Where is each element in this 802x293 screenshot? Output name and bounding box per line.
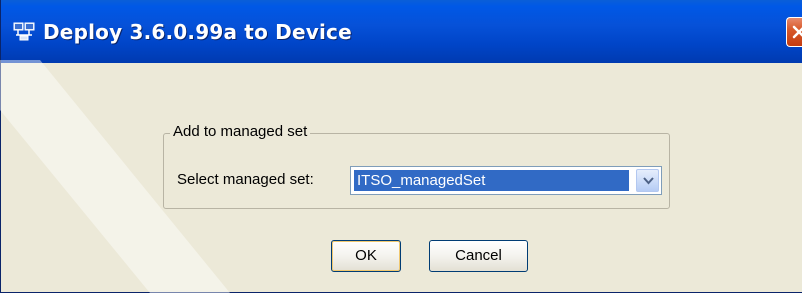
cancel-button[interactable]: Cancel xyxy=(429,240,528,272)
managed-set-dropdown[interactable]: ITSO_managedSet xyxy=(350,166,662,195)
managed-set-selected-value[interactable]: ITSO_managedSet xyxy=(354,170,629,191)
select-managed-set-label: Select managed set: xyxy=(177,171,314,188)
ok-button[interactable]: OK xyxy=(331,240,401,272)
deploy-dialog: Deploy 3.6.0.99a to Device Add to manage… xyxy=(0,0,802,293)
window-title: Deploy 3.6.0.99a to Device xyxy=(43,20,352,44)
close-button[interactable] xyxy=(786,17,802,47)
groupbox-legend: Add to managed set xyxy=(170,121,311,143)
dropdown-arrow-button[interactable] xyxy=(636,169,659,192)
network-device-icon xyxy=(13,21,35,41)
title-bar[interactable]: Deploy 3.6.0.99a to Device xyxy=(1,0,802,63)
